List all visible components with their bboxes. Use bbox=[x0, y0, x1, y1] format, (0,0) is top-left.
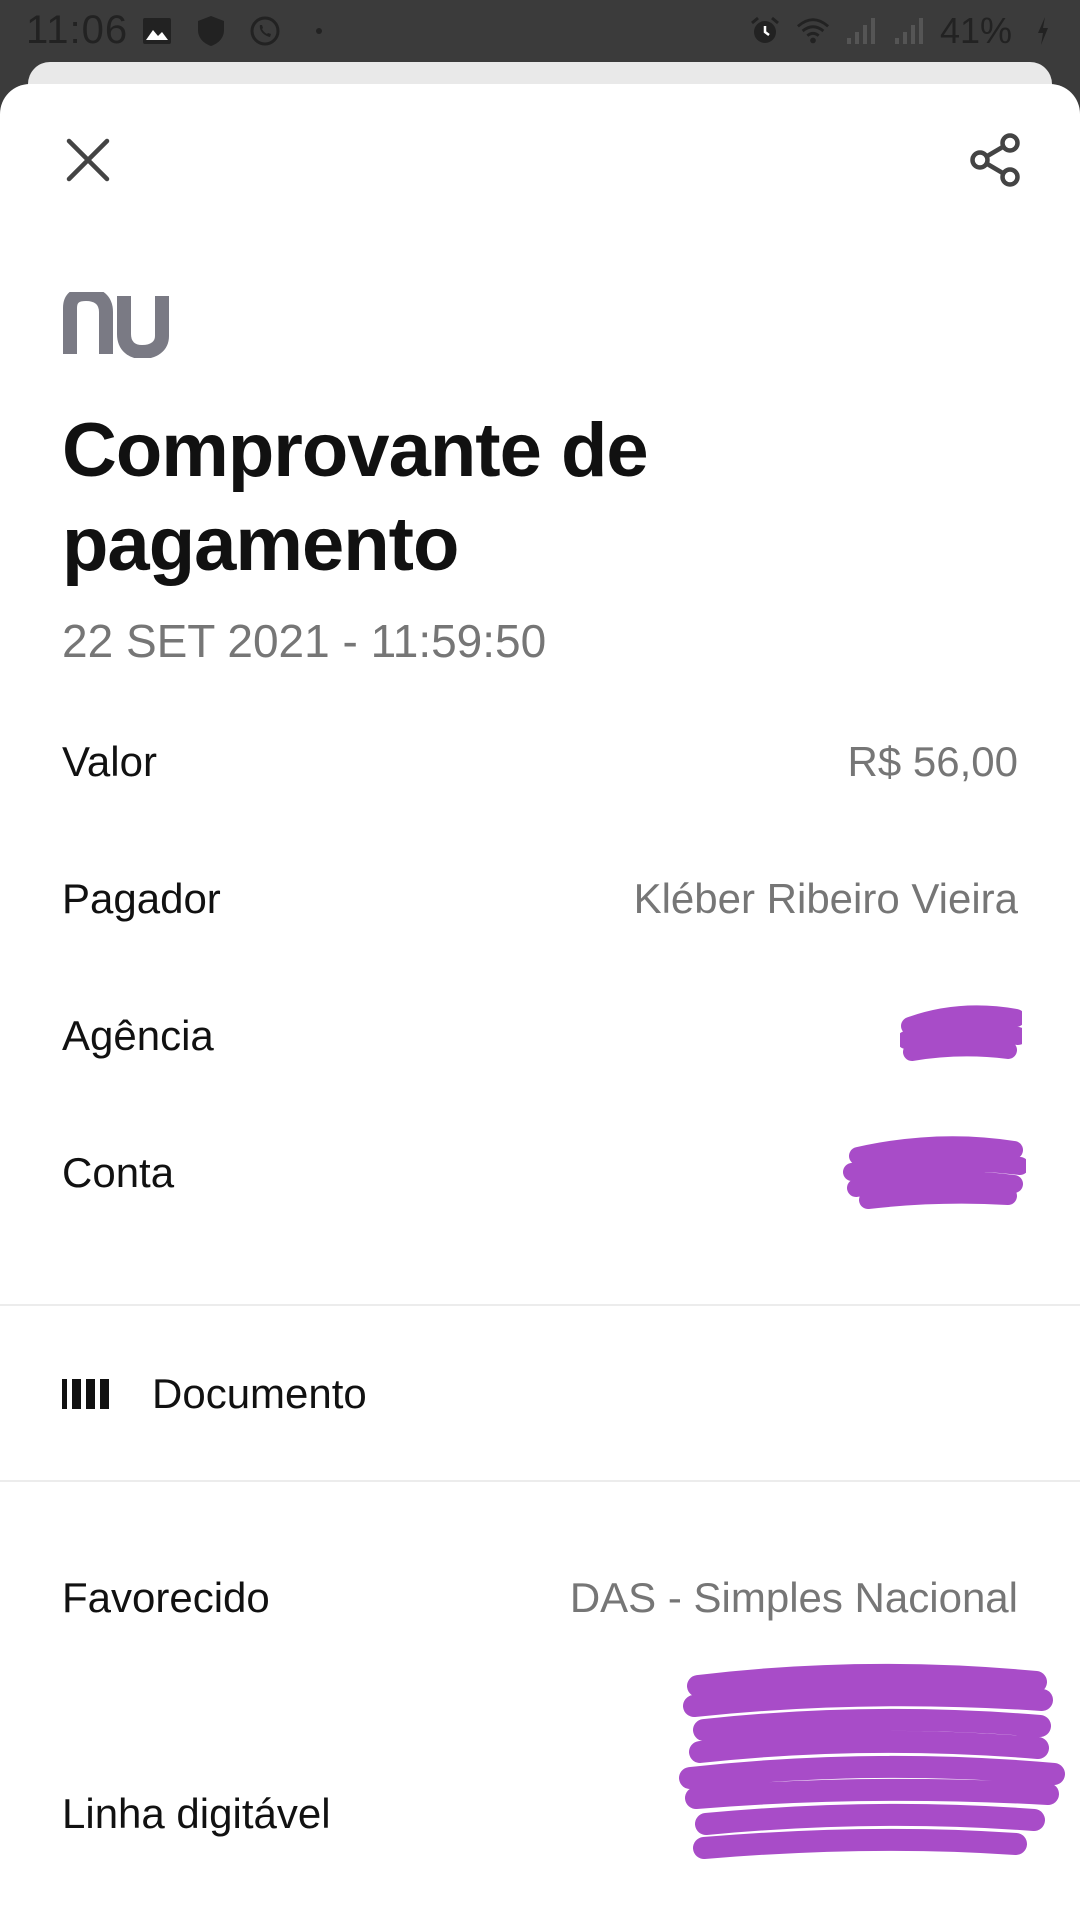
valor-label: Valor bbox=[62, 738, 157, 785]
share-icon bbox=[970, 133, 1020, 187]
section-divider bbox=[0, 1480, 1080, 1482]
close-button[interactable] bbox=[56, 128, 120, 192]
conta-label: Conta bbox=[62, 1149, 175, 1196]
dot-icon bbox=[302, 14, 336, 48]
detail-row-pagador: Pagador Kléber Ribeiro Vieira bbox=[62, 859, 1018, 939]
whatsapp-icon bbox=[248, 14, 282, 48]
valor-value: R$ 56,00 bbox=[847, 738, 1018, 785]
wifi-icon bbox=[796, 14, 830, 48]
conta-redaction bbox=[843, 1136, 1026, 1209]
status-left-icons bbox=[140, 14, 336, 48]
detail-row-agencia: Agência bbox=[62, 996, 1018, 1076]
screen: 11:06 41% Comprovante de pagamento 22 SE… bbox=[0, 0, 1080, 1920]
linha-digitavel-label: Linha digitável bbox=[62, 1790, 331, 1837]
favorecido-label: Favorecido bbox=[62, 1574, 270, 1621]
status-right-icons: 41% bbox=[748, 10, 1060, 52]
alarm-icon bbox=[748, 14, 782, 48]
battery-percent: 41% bbox=[939, 10, 1012, 51]
agencia-redaction bbox=[900, 1005, 1022, 1061]
battery-charging-icon bbox=[1026, 14, 1060, 48]
signal-icon bbox=[844, 14, 878, 48]
receipt-sheet: Comprovante de pagamento 22 SET 2021 - 1… bbox=[0, 84, 1080, 1920]
page-title: Comprovante de pagamento bbox=[62, 408, 649, 587]
detail-row-valor: Valor R$ 56,00 bbox=[62, 722, 1018, 802]
image-icon bbox=[140, 14, 174, 48]
nubank-logo bbox=[63, 292, 169, 358]
detail-row-favorecido: Favorecido DAS - Simples Nacional bbox=[62, 1558, 1018, 1638]
signal-icon bbox=[892, 14, 926, 48]
share-button[interactable] bbox=[964, 128, 1028, 192]
pagador-value: Kléber Ribeiro Vieira bbox=[633, 875, 1018, 922]
barcode-icon bbox=[62, 1379, 110, 1409]
close-icon bbox=[66, 138, 110, 182]
section-divider bbox=[0, 1304, 1080, 1306]
agencia-label: Agência bbox=[62, 1012, 214, 1059]
status-bar: 11:06 41% bbox=[0, 0, 1080, 64]
shield-icon bbox=[194, 14, 228, 48]
documento-section-header: Documento bbox=[62, 1354, 367, 1434]
status-time: 11:06 bbox=[26, 8, 129, 52]
linha-digitavel-redaction bbox=[679, 1663, 1065, 1859]
favorecido-value: DAS - Simples Nacional bbox=[569, 1574, 1018, 1621]
documento-title: Documento bbox=[152, 1370, 367, 1417]
payment-datetime: 22 SET 2021 - 11:59:50 bbox=[62, 615, 547, 667]
pagador-label: Pagador bbox=[62, 875, 221, 922]
